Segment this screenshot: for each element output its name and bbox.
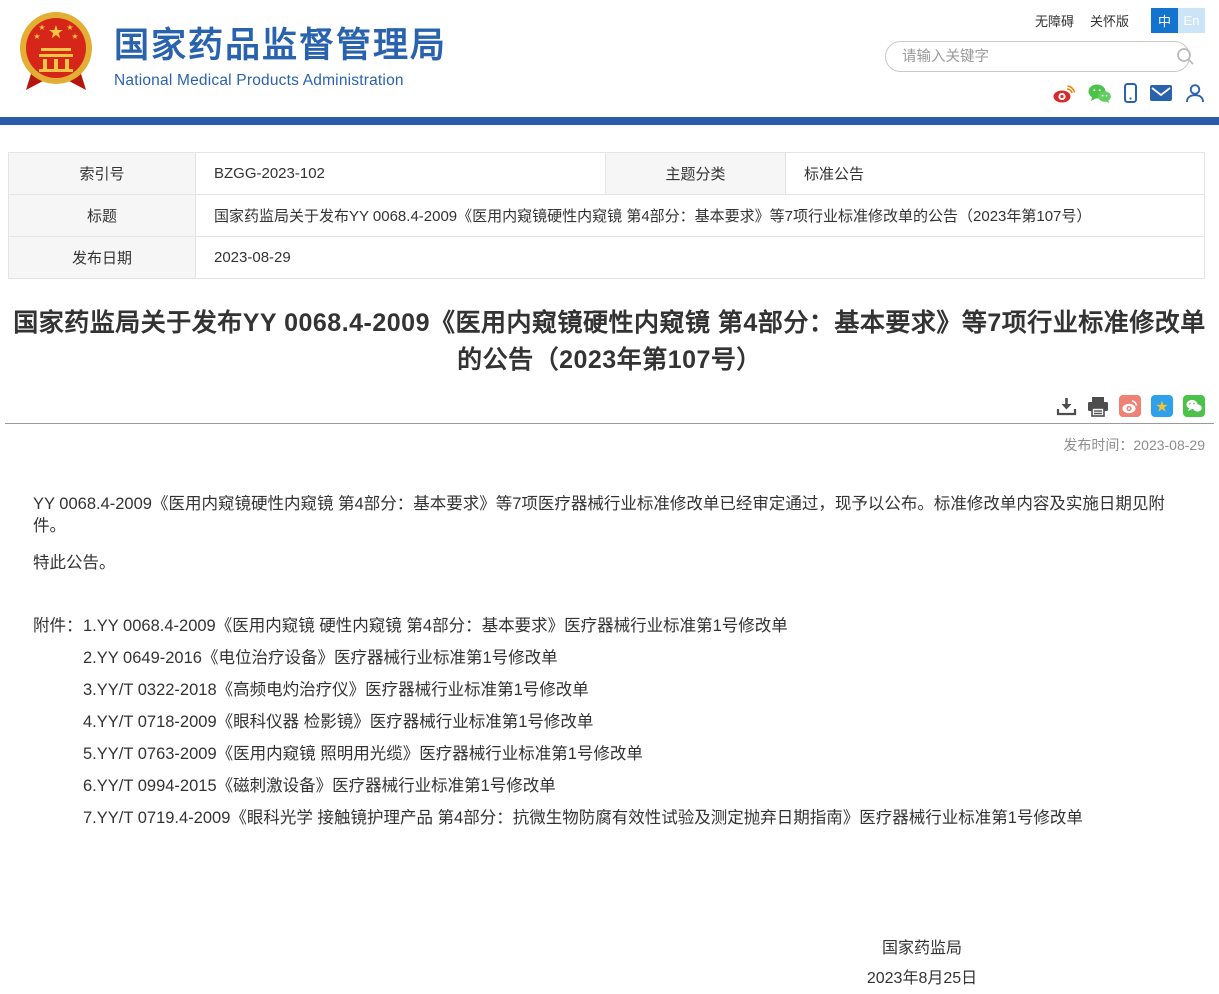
language-toggle: 中 En <box>1151 8 1205 33</box>
signature-date: 2023年8月25日 <box>822 964 1022 994</box>
svg-text:★: ★ <box>71 32 78 41</box>
care-edition-link[interactable]: 关怀版 <box>1090 11 1129 30</box>
site-header: ★ ★ ★ ★ ★ 国家药品监督管理局 National Medical Pro… <box>0 0 1219 117</box>
attachment-item[interactable]: 附件： 1.YY 0068.4-2009《医用内窥镜 硬性内窥镜 第4部分：基本… <box>33 610 1219 642</box>
attachment-list: 附件： 1.YY 0068.4-2009《医用内窥镜 硬性内窥镜 第4部分：基本… <box>33 610 1219 834</box>
svg-text:★: ★ <box>66 23 73 32</box>
social-icons-row <box>885 83 1205 103</box>
search-box <box>885 41 1205 72</box>
attachment-item[interactable]: 7.YY/T 0719.4-2009《眼科光学 接触镜护理产品 第4部分：抗微生… <box>33 802 1219 834</box>
search-icon[interactable] <box>1176 47 1195 66</box>
article-paragraph: 特此公告。 <box>33 552 1186 574</box>
accessibility-link[interactable]: 无障碍 <box>1035 11 1074 30</box>
attachment-item[interactable]: 4.YY/T 0718-2009《眼科仪器 检影镜》医疗器械行业标准第1号修改单 <box>33 706 1219 738</box>
email-icon[interactable] <box>1150 85 1172 101</box>
publish-time: 发布时间：2023-08-29 <box>0 435 1205 455</box>
table-row: 索引号 BZGG-2023-102 主题分类 标准公告 <box>9 153 1205 195</box>
user-icon[interactable] <box>1185 83 1205 103</box>
svg-text:★: ★ <box>33 32 40 41</box>
share-wechat-icon[interactable] <box>1183 395 1205 417</box>
title-divider <box>5 423 1214 424</box>
attachment-item[interactable]: 6.YY/T 0994-2015《磁刺激设备》医疗器械行业标准第1号修改单 <box>33 770 1219 802</box>
site-logo[interactable]: ★ ★ ★ ★ ★ 国家药品监督管理局 National Medical Pro… <box>18 8 447 98</box>
site-title: 国家药品监督管理局 <box>114 26 447 66</box>
index-number-label: 索引号 <box>9 153 196 195</box>
share-weibo-icon[interactable] <box>1119 395 1141 417</box>
publish-date-label: 发布日期 <box>9 237 196 279</box>
site-subtitle: National Medical Products Administration <box>114 72 447 90</box>
svg-text:★: ★ <box>38 23 45 32</box>
page-title: 国家药监局关于发布YY 0068.4-2009《医用内窥镜硬性内窥镜 第4部分：… <box>6 305 1213 379</box>
svg-text:★: ★ <box>1155 399 1168 416</box>
attachment-item[interactable]: 5.YY/T 0763-2009《医用内窥镜 照明用光缆》医疗器械行业标准第1号… <box>33 738 1219 770</box>
index-number-value: BZGG-2023-102 <box>196 153 606 195</box>
print-icon[interactable] <box>1087 396 1109 417</box>
search-input[interactable] <box>885 41 1190 72</box>
title-label: 标题 <box>9 195 196 237</box>
share-qzone-icon[interactable]: ★ <box>1151 395 1173 417</box>
title-value: 国家药监局关于发布YY 0068.4-2009《医用内窥镜硬性内窥镜 第4部分：… <box>196 195 1205 237</box>
svg-text:★: ★ <box>48 22 64 42</box>
topic-category-value: 标准公告 <box>786 153 1205 195</box>
attachment-item[interactable]: 2.YY 0649-2016《电位治疗设备》医疗器械行业标准第1号修改单 <box>33 642 1219 674</box>
topic-category-label: 主题分类 <box>606 153 786 195</box>
table-row: 标题 国家药监局关于发布YY 0068.4-2009《医用内窥镜硬性内窥镜 第4… <box>9 195 1205 237</box>
lang-zh-button[interactable]: 中 <box>1151 8 1178 33</box>
article-body: YY 0068.4-2009《医用内窥镜硬性内窥镜 第4部分：基本要求》等7项医… <box>33 493 1186 574</box>
header-divider-bar <box>0 117 1219 125</box>
download-icon[interactable] <box>1056 396 1077 417</box>
lang-en-button[interactable]: En <box>1178 8 1205 33</box>
mobile-icon[interactable] <box>1124 83 1137 103</box>
article-paragraph: YY 0068.4-2009《医用内窥镜硬性内窥镜 第4部分：基本要求》等7项医… <box>33 493 1186 537</box>
attachment-link[interactable]: 1.YY 0068.4-2009《医用内窥镜 硬性内窥镜 第4部分：基本要求》医… <box>83 610 788 642</box>
wechat-icon[interactable] <box>1088 84 1111 103</box>
header-right: 无障碍 关怀版 中 En <box>885 7 1205 103</box>
table-row: 发布日期 2023-08-29 <box>9 237 1205 279</box>
top-links: 无障碍 关怀版 中 En <box>885 7 1205 33</box>
national-emblem-icon: ★ ★ ★ ★ ★ <box>18 8 94 98</box>
attachment-label: 附件： <box>33 610 83 642</box>
weibo-icon[interactable] <box>1053 84 1075 103</box>
publish-date-value: 2023-08-29 <box>196 237 1205 279</box>
document-meta-table: 索引号 BZGG-2023-102 主题分类 标准公告 标题 国家药监局关于发布… <box>8 152 1205 279</box>
attachment-item[interactable]: 3.YY/T 0322-2018《高频电灼治疗仪》医疗器械行业标准第1号修改单 <box>33 674 1219 706</box>
article-tools: ★ <box>0 395 1205 417</box>
signature-block: 国家药监局 2023年8月25日 <box>822 934 1022 994</box>
